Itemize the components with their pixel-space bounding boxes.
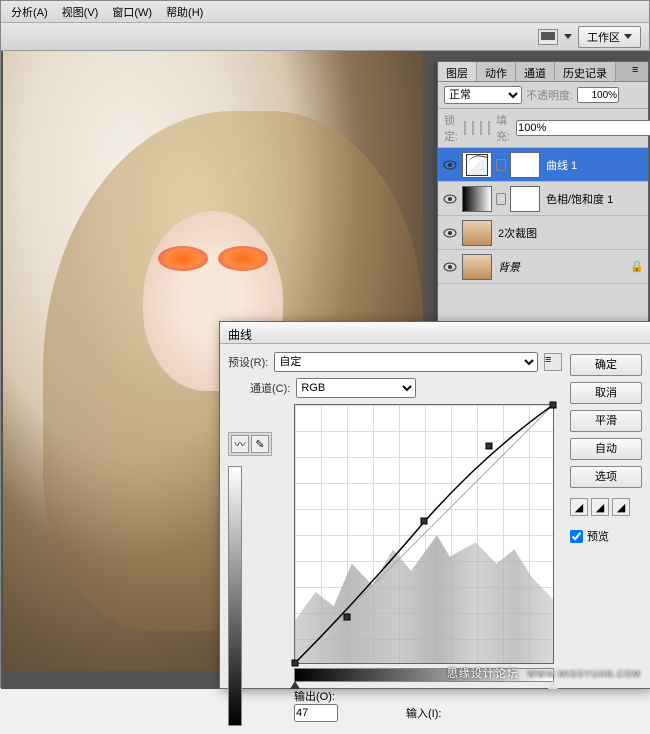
curve-point[interactable]: [485, 443, 492, 450]
curve-point[interactable]: [421, 518, 428, 525]
preview-checkbox[interactable]: 预览: [570, 528, 642, 544]
channel-select[interactable]: RGB: [296, 378, 416, 398]
tab-layers[interactable]: 图层: [438, 62, 477, 81]
output-gradient: [228, 466, 242, 726]
lock-transparency-icon[interactable]: [464, 121, 466, 135]
menu-bar: 分析(A) 视图(V) 窗口(W) 帮助(H): [1, 1, 649, 23]
layer-thumb[interactable]: [462, 254, 492, 280]
preset-menu-icon[interactable]: ≡: [544, 353, 562, 371]
layer-name: 曲线 1: [544, 157, 644, 173]
layer-row-huesat[interactable]: 色相/饱和度 1: [438, 182, 648, 216]
blend-mode-select[interactable]: 正常: [444, 86, 522, 104]
curve-point[interactable]: [292, 660, 299, 667]
options-bar: 工作区: [1, 23, 649, 51]
fill-label: 填充:: [496, 112, 510, 144]
fill-input[interactable]: [516, 120, 650, 136]
screen-mode-caret[interactable]: [564, 34, 572, 39]
cancel-button[interactable]: 取消: [570, 382, 642, 404]
mask-thumb[interactable]: [510, 152, 540, 178]
adjustment-thumb[interactable]: [462, 186, 492, 212]
layer-name: 背景: [496, 259, 626, 275]
auto-button[interactable]: 自动: [570, 438, 642, 460]
adjustment-thumb[interactable]: [462, 152, 492, 178]
visibility-icon[interactable]: [442, 157, 458, 173]
curves-dialog: 曲线 预设(R): 自定 ≡ 通道(C): RGB 〰 ✎: [219, 321, 650, 689]
panel-menu-icon[interactable]: ≡: [632, 64, 644, 76]
tab-channels[interactable]: 通道: [516, 62, 555, 81]
lock-all-icon[interactable]: [488, 121, 490, 135]
dialog-title: 曲线: [220, 322, 650, 344]
menu-help[interactable]: 帮助(H): [160, 2, 209, 22]
tab-history[interactable]: 历史记录: [555, 62, 616, 81]
curve-pencil-tool-icon[interactable]: ✎: [251, 435, 269, 453]
link-icon[interactable]: [496, 159, 506, 171]
preset-label: 预设(R):: [228, 354, 268, 370]
output-input[interactable]: [294, 704, 338, 722]
options-button[interactable]: 选项: [570, 466, 642, 488]
opacity-label: 不透明度:: [526, 87, 573, 103]
black-eyedropper-icon[interactable]: ◢: [570, 498, 588, 516]
input-label: 输入(I):: [406, 705, 441, 721]
curve-point[interactable]: [550, 402, 557, 409]
menu-analysis[interactable]: 分析(A): [5, 2, 54, 22]
visibility-icon[interactable]: [442, 191, 458, 207]
watermark: 思缘设计论坛 WWW.MISSYUAN.COM: [447, 665, 641, 681]
opacity-input[interactable]: [577, 87, 619, 103]
lock-label: 锁定:: [444, 112, 458, 144]
curve-point[interactable]: [343, 613, 350, 620]
layer-row-curves[interactable]: 曲线 1: [438, 148, 648, 182]
gray-eyedropper-icon[interactable]: ◢: [591, 498, 609, 516]
curve-point-tool-icon[interactable]: 〰: [231, 435, 249, 453]
menu-window[interactable]: 窗口(W): [106, 2, 158, 22]
visibility-icon[interactable]: [442, 259, 458, 275]
preset-select[interactable]: 自定: [274, 352, 538, 372]
white-eyedropper-icon[interactable]: ◢: [612, 498, 630, 516]
workspace-label: 工作区: [587, 29, 620, 45]
chevron-down-icon: [624, 34, 632, 39]
tab-actions[interactable]: 动作: [477, 62, 516, 81]
channel-label: 通道(C):: [250, 380, 290, 396]
ok-button[interactable]: 确定: [570, 354, 642, 376]
panel-tabs: 图层 动作 通道 历史记录 ≡: [438, 62, 648, 82]
smooth-button[interactable]: 平滑: [570, 410, 642, 432]
layer-name: 色相/饱和度 1: [544, 191, 644, 207]
curve-line: [295, 405, 553, 663]
curve-graph[interactable]: [294, 404, 554, 664]
workspace-button[interactable]: 工作区: [578, 26, 641, 48]
visibility-icon[interactable]: [442, 225, 458, 241]
layer-thumb[interactable]: [462, 220, 492, 246]
lock-pixels-icon[interactable]: [472, 121, 474, 135]
layers-panel: 图层 动作 通道 历史记录 ≡ 正常 不透明度: 锁定: 填充: 曲线 1 色相…: [437, 61, 649, 349]
layer-row-photo2[interactable]: 2次裁图: [438, 216, 648, 250]
link-icon[interactable]: [496, 193, 506, 205]
blend-row: 正常 不透明度:: [438, 82, 648, 109]
menu-view[interactable]: 视图(V): [56, 2, 105, 22]
output-label: 输出(O):: [294, 688, 335, 704]
lock-row: 锁定: 填充:: [438, 109, 648, 148]
screen-mode-icon[interactable]: [538, 29, 558, 45]
lock-position-icon[interactable]: [480, 121, 482, 135]
mask-thumb[interactable]: [510, 186, 540, 212]
lock-icon: 🔒: [630, 260, 644, 273]
layer-name: 2次裁图: [496, 225, 644, 241]
layer-row-background[interactable]: 背景 🔒: [438, 250, 648, 284]
